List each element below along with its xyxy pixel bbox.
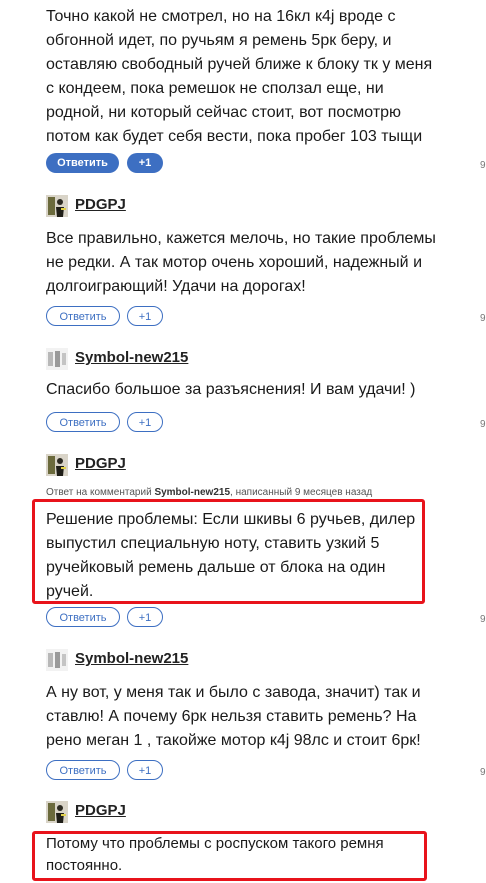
avatar-icon (46, 649, 68, 671)
avatar[interactable] (46, 649, 68, 671)
comment-text: Потому что проблемы с роспуском такого р… (46, 835, 384, 874)
avatar-icon (46, 348, 68, 370)
plus-one-button[interactable]: +1 (127, 607, 163, 627)
reply-button[interactable]: Ответить (46, 412, 120, 432)
comment-text: А ну вот, у меня так и было с завода, зн… (46, 684, 421, 749)
edge-fragment: 9 (480, 313, 486, 324)
comment-text: Точно какой не смотрел, но на 16кл к4j в… (46, 8, 433, 145)
plus-one-button[interactable]: +1 (127, 760, 163, 780)
plus-one-button[interactable]: +1 (127, 306, 163, 326)
reply-button[interactable]: Ответить (46, 306, 120, 326)
comment-text: Решение проблемы: Если шкивы 6 ручьев, д… (46, 511, 416, 600)
comment-author[interactable]: PDGPJ (75, 454, 126, 474)
edge-fragment: 9 (480, 160, 486, 171)
reply-meta: Ответ на комментарий Symbol-new215, напи… (46, 486, 372, 500)
avatar-icon (46, 801, 68, 823)
reply-meta-user[interactable]: Symbol-new215 (154, 487, 230, 498)
reply-button[interactable]: Ответить (46, 153, 119, 173)
avatar[interactable] (46, 801, 68, 823)
avatar-icon (46, 195, 68, 217)
reply-meta-suffix: , написанный 9 месяцев назад (230, 487, 373, 498)
avatar[interactable] (46, 195, 68, 217)
edge-fragment: 9 (480, 614, 486, 625)
comment-author[interactable]: PDGPJ (75, 195, 126, 215)
comment-author[interactable]: Symbol-new215 (75, 649, 188, 669)
reply-meta-prefix: Ответ на комментарий (46, 487, 152, 498)
edge-fragment: 9 (480, 767, 486, 778)
comment-author[interactable]: Symbol-new215 (75, 348, 188, 368)
avatar[interactable] (46, 348, 68, 370)
plus-one-button[interactable]: +1 (127, 412, 163, 432)
reply-button[interactable]: Ответить (46, 760, 120, 780)
comment-text: Все правильно, кажется мелочь, но такие … (46, 230, 436, 295)
comment-text: Спасибо большое за разъяснения! И вам уд… (46, 381, 416, 398)
comment-author[interactable]: PDGPJ (75, 801, 126, 821)
plus-one-button[interactable]: +1 (127, 153, 163, 173)
edge-fragment: 9 (480, 419, 486, 430)
avatar[interactable] (46, 454, 68, 476)
reply-button[interactable]: Ответить (46, 607, 120, 627)
avatar-icon (46, 454, 68, 476)
